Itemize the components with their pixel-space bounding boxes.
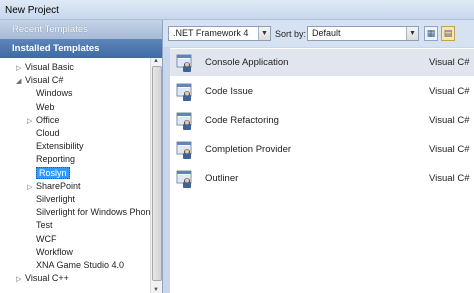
template-row[interactable]: Console Application Visual C# [170, 49, 474, 76]
template-name: Console Application [205, 57, 289, 68]
template-row[interactable]: Code Issue Visual C# [170, 78, 474, 105]
template-language: Visual C# [429, 173, 470, 184]
template-row[interactable]: Outliner Visual C# [170, 165, 474, 192]
sort-by-label: Sort by: [275, 29, 307, 39]
tree-item-label: Workflow [36, 246, 73, 257]
tree-item-label: Test [36, 220, 53, 231]
tree-item-label: Office [36, 114, 60, 125]
tree-item[interactable]: Silverlight [27, 193, 75, 206]
template-categories-pane: Recent Templates Installed Templates ▷ Vi… [0, 20, 163, 293]
csharp-project-icon [175, 111, 195, 131]
chevron-down-icon[interactable]: ▼ [406, 27, 418, 40]
tree-item[interactable]: ▷ SharePoint [27, 180, 81, 193]
template-language: Visual C# [429, 115, 470, 126]
tree-item-label: Reporting [36, 154, 76, 165]
tree-item[interactable]: ◢ Visual C# [16, 74, 63, 87]
tree-item[interactable]: ▷ Visual Basic [16, 61, 74, 74]
template-tree: ▷ Visual Basic ◢ Visual C# Windows Web ▷ Office… [0, 58, 150, 293]
details-view-button[interactable]: ▤ [441, 26, 455, 41]
tree-item-label: Web [36, 101, 55, 112]
tree-item[interactable]: WCF [27, 233, 57, 246]
tree-item[interactable]: ▷ Visual C++ [16, 272, 69, 285]
template-language: Visual C# [429, 144, 470, 155]
list-view-icon: ▤ [443, 28, 453, 38]
collapsed-arrow-icon[interactable]: ▷ [27, 115, 36, 128]
template-name: Completion Provider [205, 144, 292, 155]
tree-item[interactable]: Web [27, 101, 54, 114]
tree-item-label: Roslyn [36, 166, 70, 179]
collapsed-arrow-icon[interactable]: ▷ [16, 273, 25, 286]
tree-item[interactable]: ▷ Office [27, 114, 59, 127]
scroll-up-arrow-icon[interactable]: ▲ [153, 58, 159, 64]
recent-templates-header[interactable]: Recent Templates [0, 20, 162, 39]
template-name: Outliner [205, 173, 239, 184]
sort-by-value: Default [312, 28, 341, 38]
sort-by-select[interactable]: Default ▼ [307, 26, 419, 41]
template-row[interactable]: Completion Provider Visual C# [170, 136, 474, 163]
tree-item-label: Windows [36, 88, 73, 99]
scroll-down-arrow-icon[interactable]: ▼ [153, 287, 159, 293]
template-toolbar: .NET Framework 4 ▼ Sort by: Default ▼ ▦ … [163, 20, 474, 47]
tree-item[interactable]: XNA Game Studio 4.0 [27, 259, 124, 272]
template-language: Visual C# [429, 86, 470, 97]
tree-item-label: Visual C# [25, 75, 64, 86]
medium-icons-view-button[interactable]: ▦ [424, 26, 438, 41]
template-language: Visual C# [429, 57, 470, 68]
collapsed-arrow-icon[interactable]: ▷ [16, 62, 25, 75]
tree-item-label: Silverlight [36, 194, 76, 204]
tree-item-label: Extensibility [36, 141, 84, 152]
scrollbar-thumb[interactable] [152, 66, 162, 281]
framework-select[interactable]: .NET Framework 4 ▼ [168, 26, 271, 41]
installed-templates-header[interactable]: Installed Templates [0, 39, 162, 58]
tree-item[interactable]: Silverlight for Windows Phone [27, 206, 150, 219]
tree-item[interactable]: Cloud [27, 127, 60, 140]
tree-item-label: WCF [36, 233, 57, 244]
tree-item[interactable]: Workflow [27, 246, 73, 259]
tree-item-label: Silverlight for Windows Phone [36, 207, 150, 218]
template-name: Code Refactoring [205, 115, 279, 126]
tree-item[interactable]: Extensibility [27, 140, 84, 153]
csharp-project-icon [175, 169, 195, 189]
chevron-down-icon[interactable]: ▼ [258, 27, 270, 40]
tree-item-label: Visual C++ [25, 273, 69, 284]
tree-item[interactable]: Roslyn [27, 166, 70, 180]
tree-item[interactable]: Test [27, 219, 53, 232]
grid-view-icon: ▦ [426, 28, 436, 38]
tree-item-label: SharePoint [36, 180, 81, 191]
tree-scrollbar[interactable]: ▲ ▼ [150, 58, 162, 293]
template-name: Code Issue [205, 86, 254, 97]
window-title: New Project [0, 0, 474, 20]
csharp-project-icon [175, 82, 195, 102]
tree-item[interactable]: Windows [27, 87, 73, 100]
tree-item-label: Cloud [36, 128, 60, 138]
template-list: Console Application Visual C# Code Issue Vi… [170, 48, 474, 293]
tree-item[interactable]: Reporting [27, 153, 75, 166]
template-row[interactable]: Code Refactoring Visual C# [170, 107, 474, 134]
csharp-project-icon [175, 140, 195, 160]
collapsed-arrow-icon[interactable]: ▷ [27, 181, 36, 194]
tree-item-label: Visual Basic [25, 62, 74, 72]
expanded-arrow-icon[interactable]: ◢ [16, 75, 25, 88]
csharp-project-icon [175, 53, 195, 73]
tree-item-label: XNA Game Studio 4.0 [36, 260, 125, 270]
framework-value: .NET Framework 4 [173, 28, 249, 38]
